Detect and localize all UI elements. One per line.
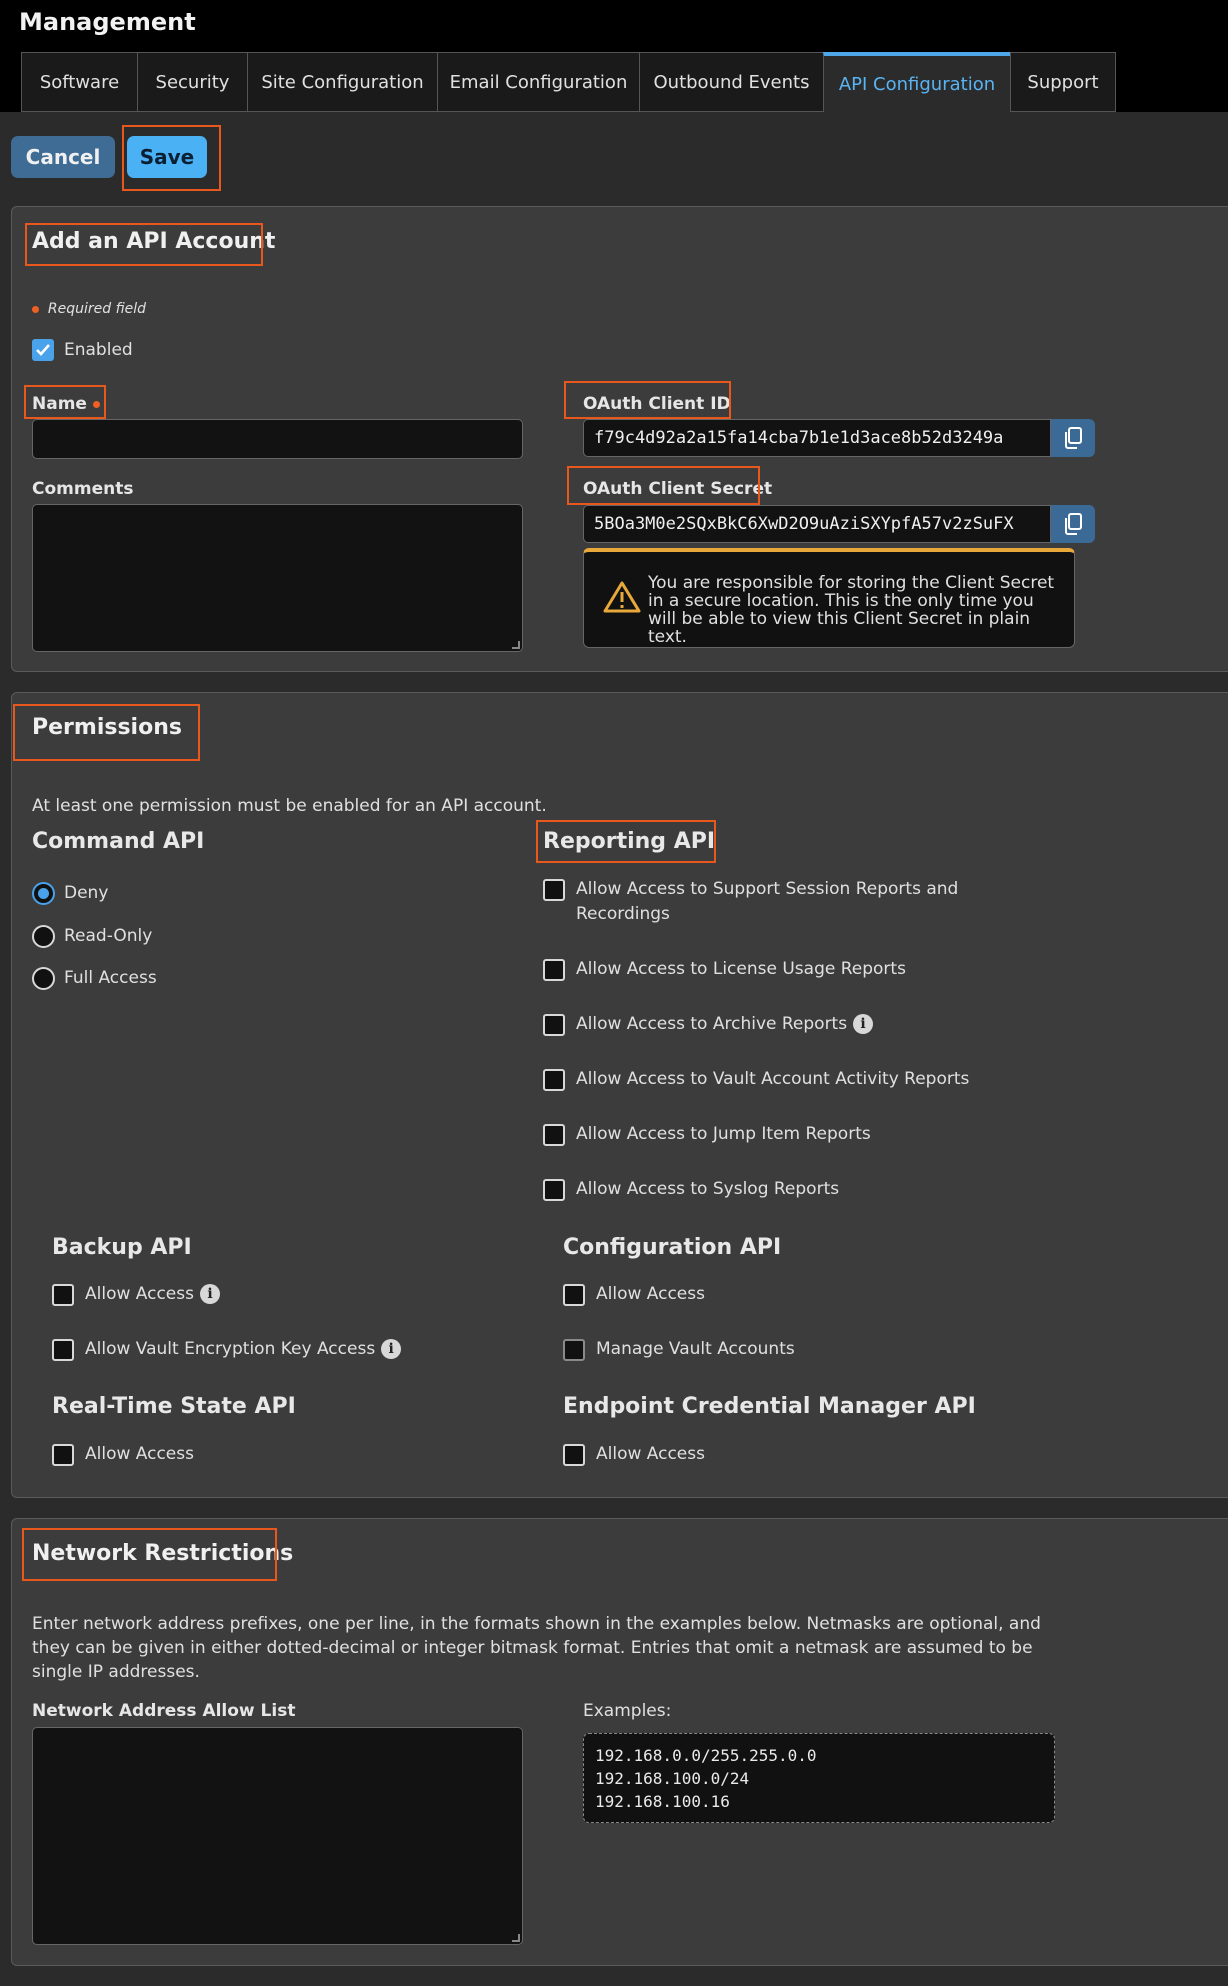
command-api-title: Command API	[32, 829, 205, 854]
configuration-api-title: Configuration API	[563, 1235, 782, 1260]
reporting-vault-label: Allow Access to Vault Account Activity R…	[576, 1069, 970, 1089]
client-id-field[interactable]: f79c4d92a2a15fa14cba7b1e1d3ace8b52d3249a	[583, 419, 1051, 457]
enabled-label: Enabled	[64, 340, 133, 360]
network-description: Enter network address prefixes, one per …	[32, 1614, 1041, 1682]
reporting-jump-label: Allow Access to Jump Item Reports	[576, 1124, 871, 1144]
reporting-api-title: Reporting API	[543, 829, 716, 854]
manage-vault-accounts-checkbox[interactable]	[563, 1339, 585, 1361]
permissions-note: At least one permission must be enabled …	[32, 796, 547, 816]
reporting-license-label: Allow Access to License Usage Reports	[576, 959, 906, 979]
backup-access-text: Allow Access	[85, 1284, 194, 1304]
reporting-license-checkbox[interactable]	[543, 959, 565, 981]
configuration-access-label: Allow Access	[596, 1284, 705, 1304]
resize-handle-icon[interactable]	[512, 1934, 520, 1942]
allow-list-textarea[interactable]	[32, 1727, 523, 1945]
tab-support[interactable]: Support	[1010, 52, 1116, 112]
tab-software[interactable]: Software	[21, 52, 137, 112]
backup-vault-key-checkbox[interactable]	[52, 1339, 74, 1361]
name-label: Name	[32, 394, 100, 414]
reporting-session-label: Allow Access to Support Session Reports …	[576, 879, 959, 924]
info-icon[interactable]: i	[199, 1284, 220, 1304]
info-icon[interactable]: i	[381, 1339, 402, 1359]
required-note: Required field	[32, 301, 146, 317]
copy-icon	[1065, 513, 1082, 535]
command-readonly-radio[interactable]	[32, 925, 55, 948]
name-label-text: Name	[32, 394, 87, 414]
network-title: Network Restrictions	[32, 1541, 294, 1566]
manage-vault-accounts-label: Manage Vault Accounts	[596, 1339, 795, 1359]
allow-list-label: Network Address Allow List	[32, 1701, 296, 1721]
ecm-access-checkbox[interactable]	[563, 1444, 585, 1466]
realtime-api-title: Real-Time State API	[52, 1394, 296, 1419]
page-title: Management	[19, 8, 196, 36]
reporting-syslog-label: Allow Access to Syslog Reports	[576, 1179, 840, 1199]
tab-bar: Software Security Site Configuration Ema…	[21, 52, 1116, 112]
copy-client-secret-button[interactable]	[1051, 505, 1095, 543]
reporting-archive-checkbox[interactable]	[543, 1014, 565, 1036]
command-full-radio[interactable]	[32, 967, 55, 990]
cancel-button[interactable]: Cancel	[11, 136, 115, 178]
reporting-syslog-checkbox[interactable]	[543, 1179, 565, 1201]
tab-api-configuration[interactable]: API Configuration	[823, 52, 1010, 112]
required-note-text: Required field	[47, 301, 147, 317]
example-line: 192.168.100.16	[595, 1792, 730, 1811]
reporting-vault-checkbox[interactable]	[543, 1069, 565, 1091]
reporting-session-checkbox[interactable]	[543, 879, 565, 901]
command-full-label: Full Access	[64, 968, 157, 988]
example-line: 192.168.100.0/24	[595, 1769, 750, 1788]
required-dot-icon	[92, 400, 100, 408]
reporting-archive-text: Allow Access to Archive Reports	[576, 1014, 848, 1034]
resize-handle-icon[interactable]	[512, 641, 520, 649]
save-button[interactable]: Save	[127, 136, 207, 178]
command-readonly-label: Read-Only	[64, 926, 153, 946]
client-id-label: OAuth Client ID	[583, 394, 731, 414]
comments-label: Comments	[32, 479, 134, 499]
tab-outbound-events[interactable]: Outbound Events	[639, 52, 823, 112]
realtime-access-label: Allow Access	[85, 1444, 194, 1464]
examples-box: 192.168.0.0/255.255.0.0 192.168.100.0/24…	[583, 1733, 1055, 1823]
backup-access-label: Allow Access i	[85, 1282, 220, 1307]
examples-label: Examples:	[583, 1701, 672, 1721]
enabled-checkbox[interactable]	[32, 339, 54, 361]
copy-icon	[1065, 427, 1082, 449]
backup-vault-key-text: Allow Vault Encryption Key Access	[85, 1339, 376, 1359]
backup-vault-key-label: Allow Vault Encryption Key Access i	[85, 1337, 402, 1362]
copy-client-id-button[interactable]	[1051, 419, 1095, 457]
warning-triangle-icon	[603, 581, 641, 613]
realtime-access-checkbox[interactable]	[52, 1444, 74, 1466]
api-account-title: Add an API Account	[32, 229, 276, 254]
info-icon[interactable]: i	[853, 1014, 874, 1034]
backup-api-title: Backup API	[52, 1235, 192, 1260]
backup-access-checkbox[interactable]	[52, 1284, 74, 1306]
tab-site-configuration[interactable]: Site Configuration	[247, 52, 437, 112]
tab-security[interactable]: Security	[137, 52, 247, 112]
ecm-api-title: Endpoint Credential Manager API	[563, 1394, 976, 1419]
example-line: 192.168.0.0/255.255.0.0	[595, 1746, 817, 1765]
comments-textarea[interactable]	[32, 504, 523, 652]
permissions-title: Permissions	[32, 715, 182, 740]
tab-email-configuration[interactable]: Email Configuration	[437, 52, 639, 112]
ecm-access-label: Allow Access	[596, 1444, 705, 1464]
reporting-archive-label: Allow Access to Archive Reports i	[576, 1012, 874, 1037]
command-deny-label: Deny	[64, 883, 109, 903]
client-secret-field[interactable]: 5BOa3M0e2SQxBkC6XwD2O9uAziSXYpfA57v2zSuF…	[583, 505, 1051, 543]
client-secret-warning: You are responsible for storing the Clie…	[583, 548, 1075, 648]
reporting-jump-checkbox[interactable]	[543, 1124, 565, 1146]
client-secret-label: OAuth Client Secret	[583, 479, 773, 499]
configuration-access-checkbox[interactable]	[563, 1284, 585, 1306]
required-dot-icon	[32, 305, 39, 313]
warning-text: You are responsible for storing the Clie…	[648, 573, 1055, 647]
command-deny-radio[interactable]	[32, 882, 55, 905]
name-input[interactable]	[32, 419, 523, 459]
